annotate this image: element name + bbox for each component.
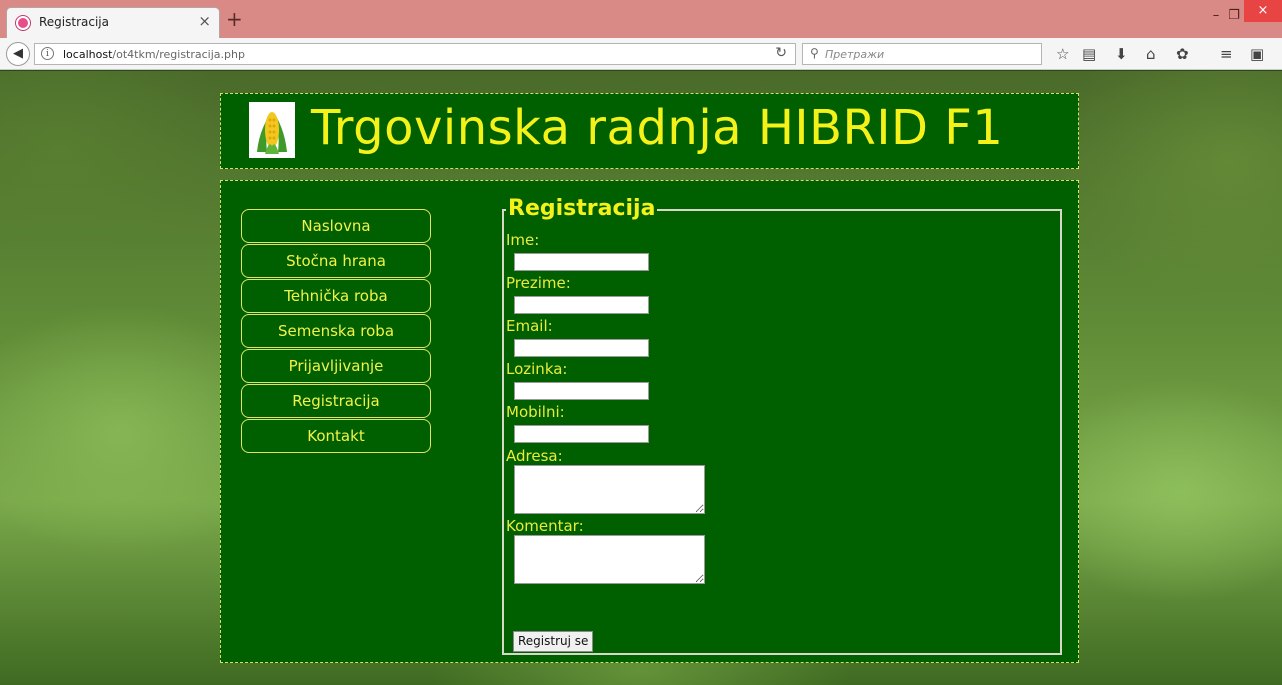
search-bar[interactable]: ⚲ Претражи: [802, 43, 1042, 65]
adresa-textarea[interactable]: [514, 465, 705, 514]
register-submit-button[interactable]: Registruj se: [513, 631, 594, 652]
nav-item-registracija[interactable]: Registracija: [241, 384, 431, 418]
reload-icon[interactable]: ↻: [775, 45, 787, 61]
mobilni-input[interactable]: [514, 425, 649, 443]
main-navigation: Naslovna Stočna hrana Tehnička roba Seme…: [241, 209, 431, 454]
email-input[interactable]: [514, 339, 649, 357]
close-tab-icon[interactable]: ×: [198, 13, 211, 29]
mobilni-label: Mobilni:: [506, 403, 565, 421]
nav-item-tehnicka-roba[interactable]: Tehnička roba: [241, 279, 431, 313]
site-header: Trgovinska radnja HIBRID F1: [220, 93, 1079, 169]
bookmark-star-icon[interactable]: ☆: [1056, 45, 1069, 63]
profile-icon[interactable]: ▣: [1250, 45, 1264, 63]
reading-list-icon[interactable]: ▤: [1082, 45, 1096, 63]
nav-item-prijavljivanje[interactable]: Prijavljivanje: [241, 349, 431, 383]
url-path: /ot4tkm/registracija.php: [112, 48, 245, 61]
menu-icon[interactable]: ≡: [1220, 45, 1233, 63]
browser-tab-active[interactable]: Registracija ×: [6, 7, 220, 38]
corn-logo-icon: [249, 102, 295, 158]
email-label: Email:: [506, 317, 553, 335]
form-legend: Registracija: [506, 195, 658, 223]
browser-titlebar: Registracija × + – ❐ ×: [0, 0, 1282, 38]
komentar-label: Komentar:: [506, 517, 584, 535]
komentar-textarea[interactable]: [514, 535, 705, 584]
arrow-left-icon: ◀: [13, 46, 23, 61]
window-close-button[interactable]: ×: [1244, 0, 1282, 22]
search-icon: ⚲: [810, 46, 819, 60]
minimize-icon[interactable]: –: [1206, 6, 1226, 26]
download-icon[interactable]: ⬇: [1115, 45, 1128, 63]
adresa-label: Adresa:: [506, 447, 563, 465]
extension-icon[interactable]: ✿: [1176, 45, 1189, 63]
search-placeholder: Претражи: [825, 48, 885, 61]
content-panel: Naslovna Stočna hrana Tehnička roba Seme…: [220, 180, 1079, 663]
new-tab-button[interactable]: +: [226, 9, 243, 29]
page-viewport: Trgovinska radnja HIBRID F1 Naslovna Sto…: [0, 71, 1282, 685]
info-icon[interactable]: i: [41, 47, 54, 60]
site-title: Trgovinska radnja HIBRID F1: [311, 100, 1004, 156]
prezime-input[interactable]: [514, 296, 649, 314]
prezime-label: Prezime:: [506, 274, 571, 292]
nav-item-semenska-roba[interactable]: Semenska roba: [241, 314, 431, 348]
ime-input[interactable]: [514, 253, 649, 271]
nav-item-kontakt[interactable]: Kontakt: [241, 419, 431, 453]
lozinka-label: Lozinka:: [506, 360, 568, 378]
ime-label: Ime:: [506, 231, 540, 249]
restore-icon[interactable]: ❐: [1224, 6, 1244, 26]
favicon-icon: [16, 16, 30, 30]
password-input[interactable]: [514, 382, 649, 400]
url-text: localhost/ot4tkm/registracija.php: [63, 48, 245, 61]
browser-navbar: ◀ i localhost/ot4tkm/registracija.php ↻ …: [0, 38, 1282, 70]
registration-form: Registracija Ime: Prezime: Email: Lozink…: [502, 195, 1062, 655]
nav-item-stocna-hrana[interactable]: Stočna hrana: [241, 244, 431, 278]
url-host: localhost: [63, 48, 113, 61]
back-button[interactable]: ◀: [6, 42, 30, 66]
nav-item-naslovna[interactable]: Naslovna: [241, 209, 431, 243]
tab-title: Registracija: [39, 15, 109, 29]
home-icon[interactable]: ⌂: [1146, 45, 1156, 63]
address-bar[interactable]: i localhost/ot4tkm/registracija.php ↻: [34, 43, 796, 65]
